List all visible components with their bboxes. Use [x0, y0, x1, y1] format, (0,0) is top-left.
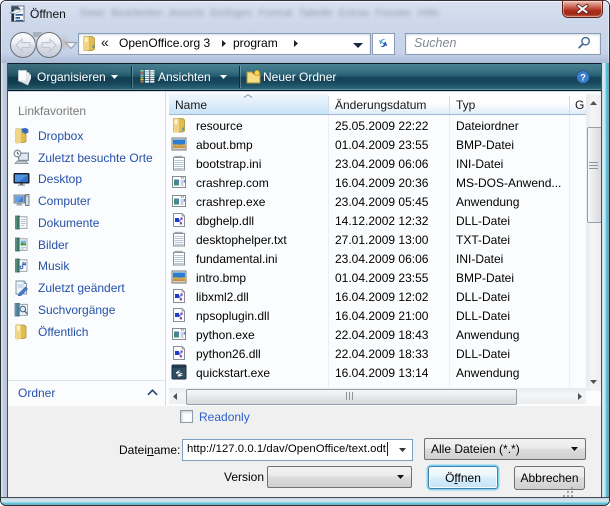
svg-text:?: ?	[580, 73, 586, 84]
